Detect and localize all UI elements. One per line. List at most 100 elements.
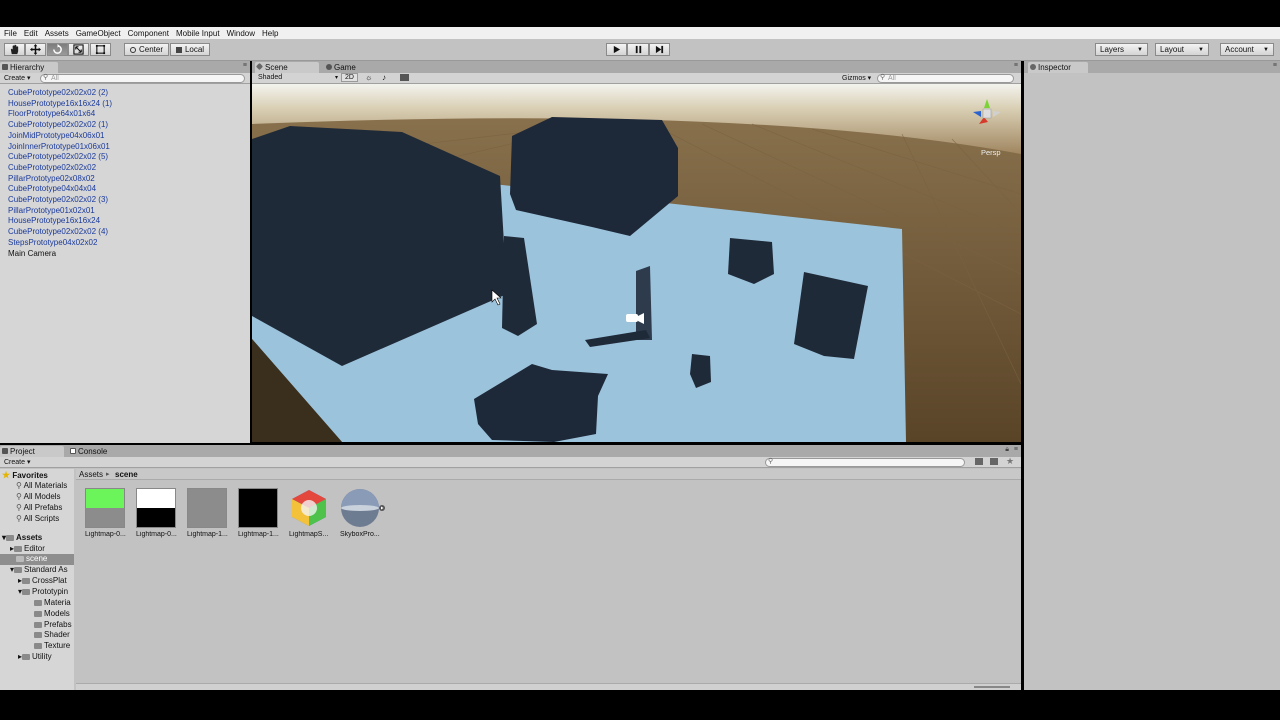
search-by-type-icon[interactable] [975,458,983,465]
panel-menu-icon[interactable]: ≡ [1273,62,1277,69]
tree-folder-crossplatform[interactable]: ▸ CrossPlat [18,576,67,585]
rect-transform-icon [95,44,106,55]
tree-folder-prototyping[interactable]: ▾ Prototypin [18,587,68,596]
step-button[interactable] [649,43,670,56]
persp-label[interactable]: Persp [981,148,1001,157]
panel-menu-icon[interactable]: ≡ [243,62,247,69]
favorite-star-icon[interactable]: ★ [1006,456,1014,467]
scene-search-input[interactable]: All [877,74,1014,83]
tab-hierarchy[interactable]: Hierarchy [0,62,58,73]
audio-toggle-icon[interactable]: ♪ [382,73,386,82]
layers-label: Layers [1100,45,1125,54]
tree-folder-materials[interactable]: Materia [34,598,71,607]
project-create-button[interactable]: Create ▾ [4,458,30,466]
gizmos-label: Gizmos [842,75,866,82]
icon-size-slider[interactable] [974,686,1010,688]
tab-console[interactable]: Console [68,446,124,457]
play-button[interactable] [606,43,627,56]
layout-dropdown[interactable]: Layout ▼ [1155,43,1209,56]
account-dropdown[interactable]: Account ▼ [1220,43,1274,56]
project-icon [2,448,8,454]
hierarchy-item[interactable]: CubePrototype02x02x02 (2) [8,88,108,97]
menu-help[interactable]: Help [258,29,281,38]
hierarchy-item[interactable]: HousePrototype16x16x24 (1) [8,99,112,108]
lighting-toggle-icon[interactable]: ☼ [365,73,372,82]
tree-folder-utility[interactable]: ▸ Utility [18,652,52,661]
tree-folder-shaders[interactable]: Shader [34,630,70,639]
asset-lightmap-snapshot[interactable]: LightmapS... [289,488,331,538]
hierarchy-item[interactable]: HousePrototype16x16x24 [8,216,100,225]
rect-tool-button[interactable] [90,43,111,56]
folder-icon [6,535,15,541]
rotate-tool-button[interactable] [47,43,68,56]
gizmos-dropdown[interactable]: Gizmos ▾ [842,74,871,82]
asset-lightmap-0-b[interactable]: Lightmap-0... [136,488,178,538]
hierarchy-item[interactable]: Main Camera [8,249,56,258]
create-label: Create [4,75,26,82]
pause-button[interactable] [627,43,649,56]
tab-inspector[interactable]: Inspector [1028,62,1088,73]
hierarchy-item[interactable]: JoinInnerPrototype01x06x01 [8,142,110,151]
folder-icon [14,567,23,573]
hierarchy-item[interactable]: CubePrototype02x02x02 (4) [8,227,108,236]
lock-icon[interactable]: 🔒︎ [1005,446,1009,454]
asset-lightmap-1-b[interactable]: Lightmap-1... [238,488,280,538]
layers-dropdown[interactable]: Layers ▼ [1095,43,1148,56]
panel-menu-icon[interactable]: ≡ [1014,446,1018,453]
asset-lightmap-1-a[interactable]: Lightmap-1... [187,488,229,538]
panel-menu-icon[interactable]: ≡ [1014,62,1018,69]
2d-toggle[interactable]: 2D [341,73,358,82]
menu-assets[interactable]: Assets [41,29,72,38]
breadcrumb-assets[interactable]: Assets [79,470,103,479]
scene-viewport[interactable]: Persp [252,84,1021,442]
hierarchy-item[interactable]: CubePrototype02x02x02 (5) [8,152,108,161]
move-tool-button[interactable] [25,43,46,56]
hierarchy-item[interactable]: FloorPrototype64x01x64 [8,109,95,118]
asset-skybox-procedural[interactable]: SkyboxPro... [340,488,385,538]
hierarchy-item[interactable]: PillarPrototype02x08x02 [8,174,95,183]
effects-dropdown-icon[interactable] [400,74,409,81]
hierarchy-item[interactable]: PillarPrototype01x02x01 [8,206,95,215]
tree-folder-scene[interactable]: scene [0,554,74,565]
favorite-all-models[interactable]: ⚲ All Models [16,492,61,501]
favorite-all-scripts[interactable]: ⚲ All Scripts [16,514,59,523]
hierarchy-create-button[interactable]: Create ▾ [4,74,30,82]
create-label: Create [4,459,26,466]
tree-folder-prefabs[interactable]: Prefabs [34,620,72,629]
pivot-center-toggle[interactable]: Center [124,43,169,56]
tree-folder-textures[interactable]: Texture [34,641,70,650]
tree-folder-models[interactable]: Models [34,609,70,618]
pivot-space-toggle[interactable]: Local [170,43,210,56]
breadcrumb-scene[interactable]: scene [115,470,138,479]
shading-mode-dropdown[interactable]: Shaded ▾ [258,74,338,81]
favorites-header[interactable]: ★ Favorites [2,470,48,481]
dropdown-arrow-icon: ▼ [1263,46,1269,53]
hierarchy-item[interactable]: CubePrototype02x02x02 (1) [8,120,108,129]
hand-tool-button[interactable] [4,43,25,56]
hierarchy-item[interactable]: JoinMidPrototype04x06x01 [8,131,105,140]
menu-mobile-input[interactable]: Mobile Input [172,29,223,38]
tree-folder-editor[interactable]: ▸ Editor [10,544,45,553]
menu-file[interactable]: File [0,29,20,38]
hierarchy-item[interactable]: StepsPrototype04x02x02 [8,238,97,247]
project-search-input[interactable] [765,458,965,467]
assets-root[interactable]: ▾ Assets [2,533,42,542]
menu-edit[interactable]: Edit [20,29,41,38]
favorite-all-materials[interactable]: ⚲ All Materials [16,481,67,490]
tab-game[interactable]: Game [324,62,374,73]
hierarchy-item[interactable]: CubePrototype02x02x02 [8,163,96,172]
hierarchy-item[interactable]: CubePrototype04x04x04 [8,184,96,193]
tab-scene[interactable]: Scene [255,62,319,73]
menu-window[interactable]: Window [223,29,258,38]
folder-icon [34,632,42,638]
favorite-all-prefabs[interactable]: ⚲ All Prefabs [16,503,62,512]
scale-tool-button[interactable] [68,43,89,56]
hierarchy-item[interactable]: CubePrototype02x02x02 (3) [8,195,108,204]
menu-gameobject[interactable]: GameObject [72,29,124,38]
menu-component[interactable]: Component [124,29,172,38]
tab-project[interactable]: Project [0,446,64,457]
tree-folder-standard-assets[interactable]: ▾ Standard As [10,565,68,574]
search-by-label-icon[interactable] [990,458,998,465]
asset-lightmap-0-a[interactable]: Lightmap-0... [85,488,127,538]
hierarchy-search-input[interactable]: All [40,74,245,83]
